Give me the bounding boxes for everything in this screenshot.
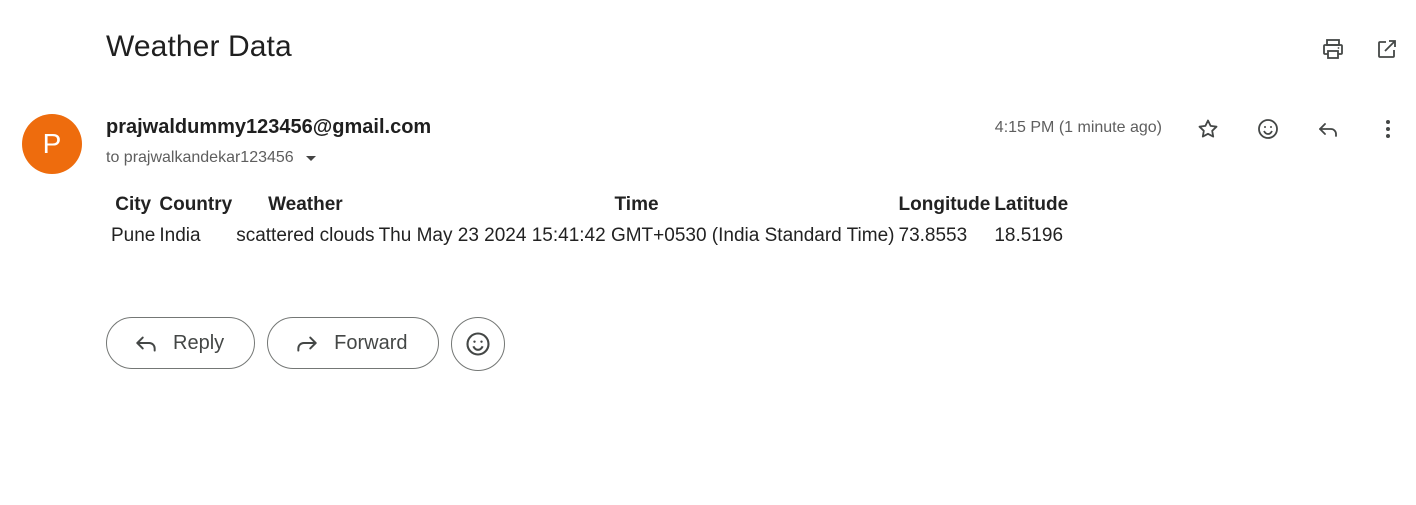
table-cell: 18.5196 [994,225,1064,246]
column-header: Latitude [994,194,1069,215]
top-toolbar [1320,36,1400,62]
reply-icon[interactable] [1314,115,1342,143]
avatar[interactable]: P [22,114,82,174]
more-vert-icon[interactable] [1374,115,1402,143]
column-header: Weather [268,194,343,215]
star-icon[interactable] [1194,115,1222,143]
forward-label: Forward [334,331,408,354]
table-cell: 73.8553 [898,225,968,246]
print-icon[interactable] [1320,36,1346,62]
weather-table: City Country Weather Time Longitude Lati… [108,191,1071,250]
table-header-row: City Country Weather Time Longitude Lati… [110,193,1069,222]
reply-actions: Reply Forward [106,317,505,371]
reply-button[interactable]: Reply [106,317,256,369]
open-in-new-window-icon[interactable] [1374,36,1400,62]
reply-arrow-icon [136,336,156,352]
chevron-down-icon[interactable] [305,155,316,161]
table-cell: India [159,225,201,246]
column-header: Longitude [898,194,991,215]
timestamp: 4:15 PM (1 minute ago) [994,119,1162,136]
message-actions [1194,115,1402,143]
email-subject: Weather Data [106,30,292,63]
table-cell: Thu May 23 2024 15:41:42 GMT+0530 (India… [378,225,895,246]
table-row: Pune India scattered clouds Thu May 23 2… [110,224,1069,248]
recipient-label: to prajwalkandekar123456 [106,149,294,166]
forward-button[interactable]: Forward [267,317,439,369]
column-header: City [115,194,152,215]
table-cell: Pune [111,225,156,246]
column-header: Time [614,194,659,215]
recipient-row: to prajwalkandekar123456 [106,149,316,167]
emoji-react-button[interactable] [450,317,505,371]
emoji-icon [465,332,490,356]
column-header: Country [159,194,233,215]
table-cell: scattered clouds [236,225,375,246]
forward-arrow-icon [297,336,317,352]
emoji-icon[interactable] [1254,115,1282,143]
sender-email[interactable]: prajwaldummy123456@gmail.com [106,116,431,139]
reply-label: Reply [173,331,225,354]
